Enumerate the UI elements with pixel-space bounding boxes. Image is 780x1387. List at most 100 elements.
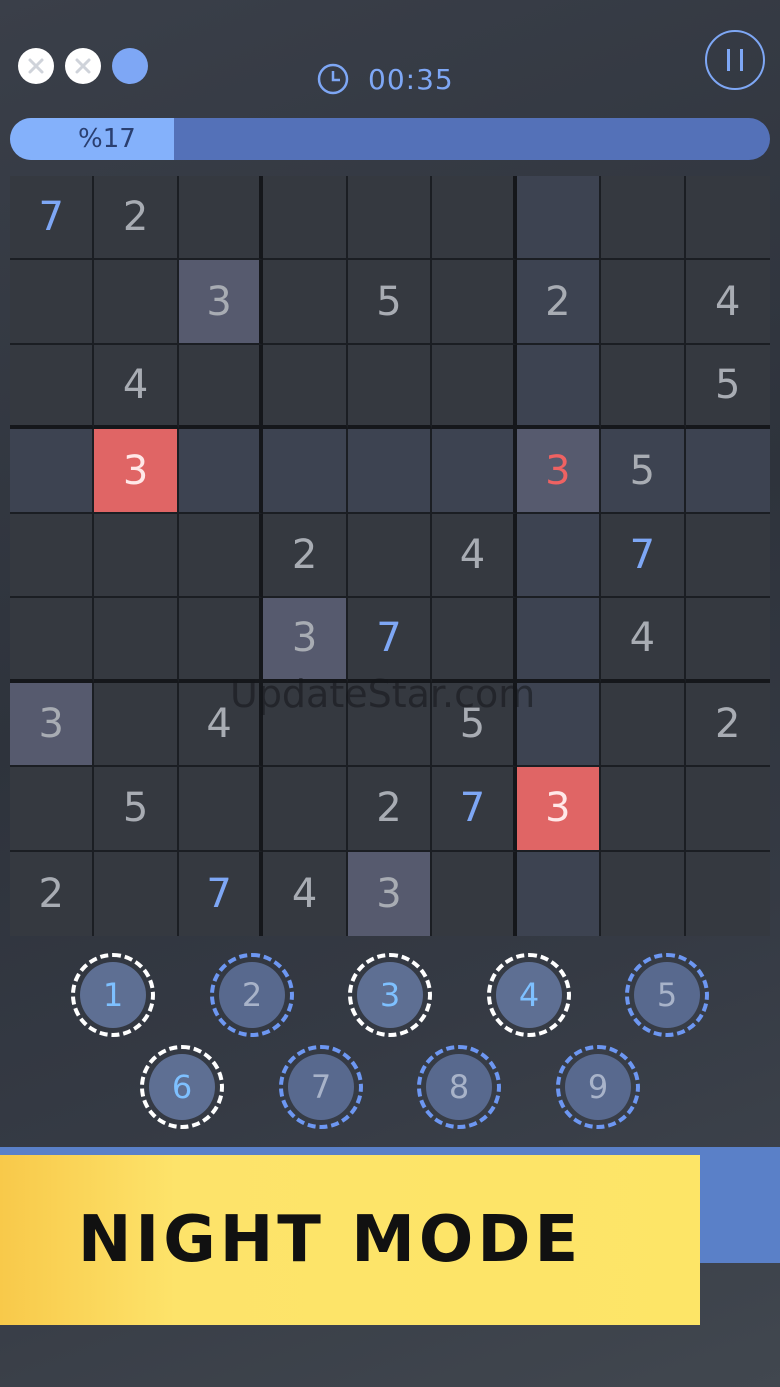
board-cell[interactable] [347, 344, 433, 430]
board-cell[interactable]: 2 [94, 176, 179, 261]
progress-bar: %17 [10, 118, 770, 160]
board-cell[interactable] [263, 176, 348, 261]
board-cell[interactable] [10, 260, 95, 345]
board-cell[interactable] [94, 260, 179, 345]
board-cell[interactable] [601, 682, 686, 768]
board-cell[interactable] [347, 429, 433, 514]
board-cell[interactable] [347, 513, 433, 599]
board-cell[interactable] [432, 176, 517, 261]
board-cell[interactable]: 2 [347, 767, 433, 852]
board-cell[interactable]: 5 [685, 344, 770, 430]
board-cell[interactable] [601, 851, 686, 936]
board-cell[interactable]: 4 [94, 344, 179, 430]
board-cell[interactable] [685, 851, 770, 936]
board-cell[interactable]: 4 [601, 598, 686, 683]
board-cell[interactable]: 3 [516, 429, 602, 514]
board-cell[interactable]: 5 [601, 429, 686, 514]
board-cell[interactable]: 5 [94, 767, 179, 852]
board-cell[interactable]: 3 [263, 598, 348, 683]
board-cell[interactable]: 7 [432, 767, 517, 852]
board-cell[interactable]: 2 [10, 851, 95, 936]
board-cell[interactable] [432, 429, 517, 514]
board-cell[interactable] [178, 598, 264, 683]
board-cell[interactable] [94, 851, 179, 936]
board-cell[interactable] [347, 682, 433, 768]
board-cell[interactable]: 3 [178, 260, 264, 345]
board-cell[interactable] [263, 344, 348, 430]
board-cell[interactable] [516, 176, 602, 261]
board-cell[interactable] [10, 429, 95, 514]
board-cell[interactable] [516, 851, 602, 936]
board-cell[interactable]: 3 [94, 429, 179, 514]
board-cell[interactable] [432, 260, 517, 345]
board-cell[interactable] [263, 429, 348, 514]
number-button-1[interactable]: 1 [71, 953, 155, 1037]
board-cell[interactable] [432, 598, 517, 683]
board-cell[interactable]: 4 [263, 851, 348, 936]
number-button-6[interactable]: 6 [140, 1045, 224, 1129]
board-cell[interactable] [347, 176, 433, 261]
board-cell[interactable] [10, 513, 95, 599]
board-cell[interactable]: 3 [516, 767, 602, 852]
board-cell[interactable] [178, 513, 264, 599]
board-cell[interactable] [263, 767, 348, 852]
board-cell[interactable]: 3 [10, 682, 95, 768]
board-cell[interactable] [94, 513, 179, 599]
number-label: 2 [219, 962, 285, 1028]
number-button-2[interactable]: 2 [210, 953, 294, 1037]
board-cell[interactable] [178, 767, 264, 852]
board-cell[interactable] [685, 513, 770, 599]
board-cell[interactable]: 5 [432, 682, 517, 768]
board-cell[interactable] [178, 344, 264, 430]
pause-icon [727, 49, 730, 71]
board-cell[interactable] [10, 344, 95, 430]
board-cell[interactable] [601, 767, 686, 852]
board-cell[interactable]: 7 [347, 598, 433, 683]
number-button-8[interactable]: 8 [417, 1045, 501, 1129]
board-cell[interactable]: 4 [178, 682, 264, 768]
number-button-7[interactable]: 7 [279, 1045, 363, 1129]
board-cell[interactable]: 7 [601, 513, 686, 599]
board-cell[interactable] [685, 767, 770, 852]
board-cell[interactable]: 7 [178, 851, 264, 936]
board-cell[interactable] [94, 598, 179, 683]
sudoku-board: 72352445335247374345252732743 [10, 176, 770, 936]
board-cell[interactable]: 3 [347, 851, 433, 936]
pause-button[interactable] [705, 30, 765, 90]
mistake-indicator-3 [112, 48, 148, 84]
board-cell[interactable] [516, 513, 602, 599]
board-cell[interactable] [94, 682, 179, 768]
board-cell[interactable]: 7 [10, 176, 95, 261]
board-cell[interactable] [432, 344, 517, 430]
board-cell[interactable] [516, 682, 602, 768]
board-cell[interactable] [516, 598, 602, 683]
game-timer: 00:35 [316, 62, 454, 96]
board-cell[interactable] [263, 260, 348, 345]
board-cell[interactable] [685, 429, 770, 514]
board-cell[interactable] [601, 260, 686, 345]
board-cell[interactable] [432, 851, 517, 936]
board-cell[interactable]: 5 [347, 260, 433, 345]
board-cell[interactable]: 4 [432, 513, 517, 599]
board-cell[interactable] [263, 682, 348, 768]
board-cell[interactable] [178, 176, 264, 261]
board-cell[interactable]: 2 [263, 513, 348, 599]
board-cell[interactable] [685, 176, 770, 261]
number-button-9[interactable]: 9 [556, 1045, 640, 1129]
number-label: 9 [565, 1054, 631, 1120]
board-cell[interactable] [10, 767, 95, 852]
close-icon [75, 58, 91, 74]
board-cell[interactable] [685, 598, 770, 683]
number-button-3[interactable]: 3 [348, 953, 432, 1037]
board-cell[interactable]: 2 [516, 260, 602, 345]
number-button-5[interactable]: 5 [625, 953, 709, 1037]
board-cell[interactable] [516, 344, 602, 430]
board-cell[interactable] [10, 598, 95, 683]
board-cell[interactable] [601, 176, 686, 261]
board-cell[interactable] [178, 429, 264, 514]
board-cell[interactable]: 4 [685, 260, 770, 345]
board-cell[interactable]: 2 [685, 682, 770, 768]
number-button-4[interactable]: 4 [487, 953, 571, 1037]
board-cell[interactable] [601, 344, 686, 430]
number-label: 3 [357, 962, 423, 1028]
